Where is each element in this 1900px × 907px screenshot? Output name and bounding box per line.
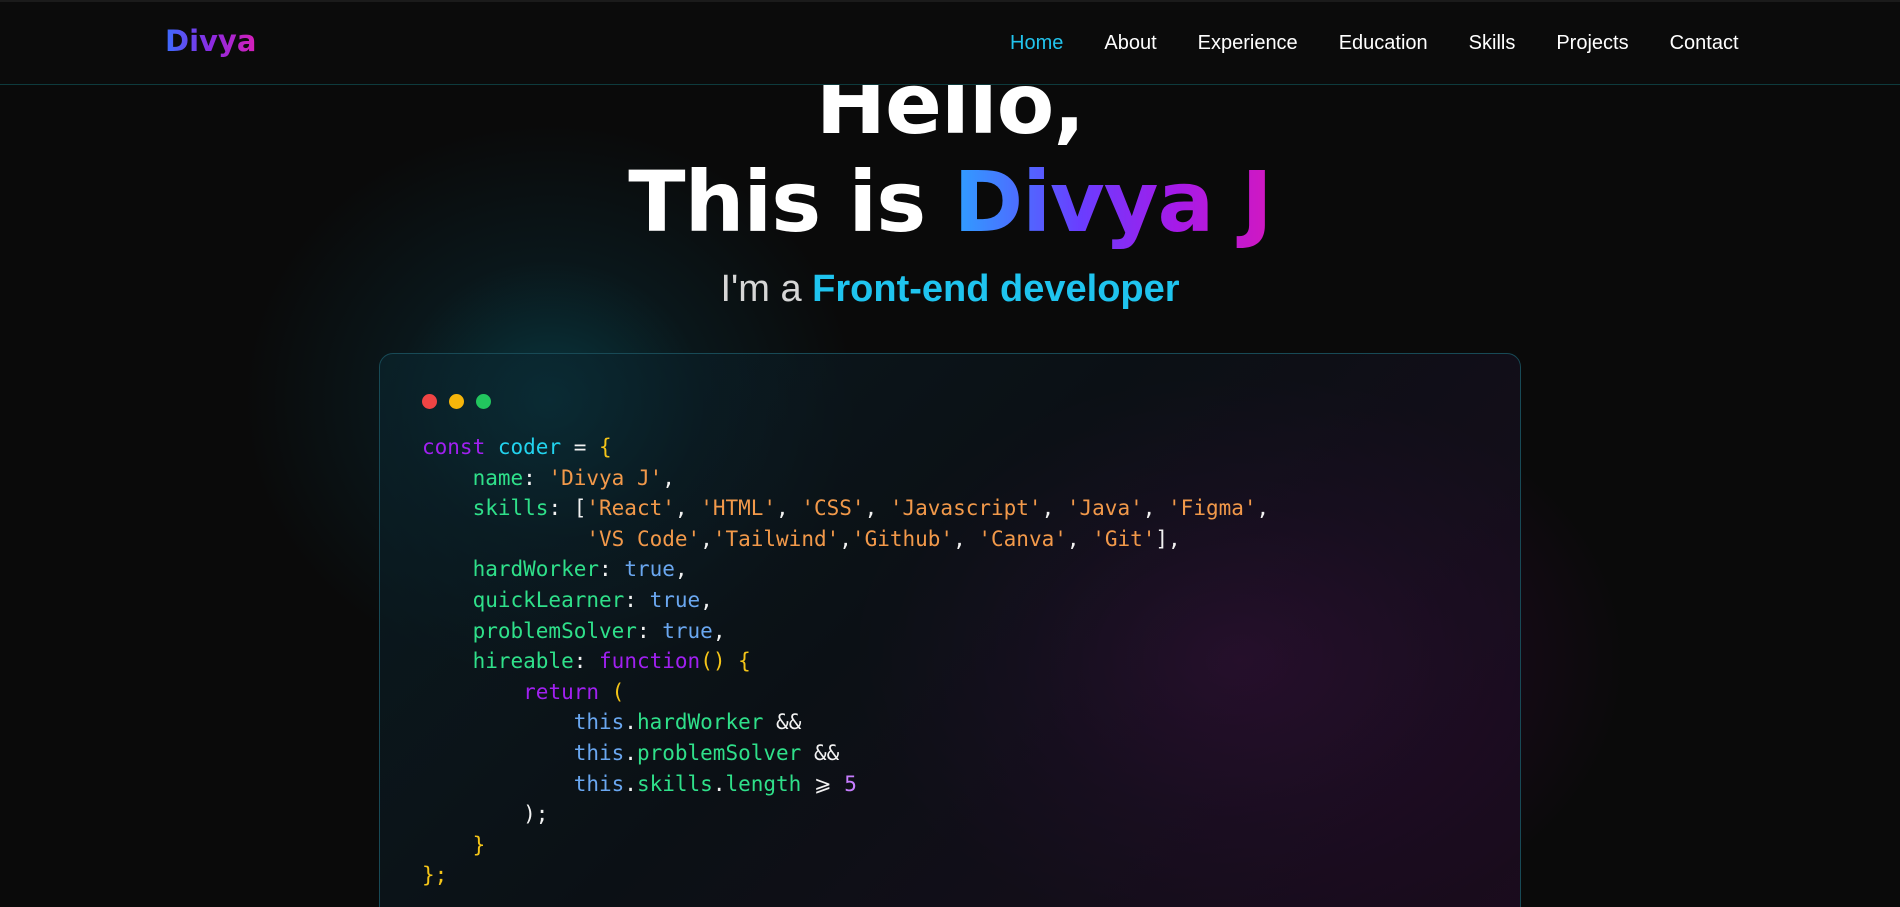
nav-item-projects[interactable]: Projects — [1556, 32, 1628, 55]
nav-item-experience[interactable]: Experience — [1198, 32, 1298, 55]
nav-item-home[interactable]: Home — [1010, 32, 1063, 55]
code-this: this — [573, 710, 625, 735]
nav-item-contact[interactable]: Contact — [1670, 32, 1739, 55]
code-keyword: function — [599, 649, 701, 674]
code-operator: ⩾ — [813, 771, 832, 796]
code-brace: }; — [422, 863, 448, 888]
code-number: 5 — [844, 771, 857, 796]
hero-subtitle-prefix: I'm a — [720, 268, 813, 310]
nav-item-about[interactable]: About — [1104, 32, 1156, 55]
code-this: this — [573, 771, 625, 796]
code-string: 'Divya J' — [548, 465, 663, 490]
nav-item-skills[interactable]: Skills — [1469, 32, 1516, 55]
code-snippet: const coder = { name: 'Divya J', skills:… — [422, 435, 1270, 888]
site-logo[interactable]: Divya — [165, 24, 256, 58]
code-brace: { — [599, 435, 612, 459]
code-string: 'Github' — [851, 526, 954, 551]
code-key: name — [472, 465, 524, 490]
code-key: skills — [636, 771, 713, 796]
code-boolean: true — [662, 618, 713, 643]
code-paren: ); — [523, 802, 549, 827]
code-string: 'React' — [586, 496, 675, 521]
code-string: 'CSS' — [801, 496, 865, 521]
code-boolean: true — [624, 557, 675, 582]
hero-name: Divya J — [953, 153, 1272, 251]
window-controls — [422, 394, 503, 409]
code-operator: && — [813, 740, 840, 765]
code-string: 'Javascript' — [889, 496, 1042, 521]
code-key: problemSolver — [636, 740, 802, 765]
hero-subtitle: I'm a Front-end developer — [0, 268, 1900, 311]
code-string: 'Canva' — [978, 526, 1067, 551]
code-key: quickLearner — [472, 587, 625, 612]
code-key: problemSolver — [472, 618, 637, 643]
hero-intro: This is Divya J — [0, 160, 1900, 244]
code-string: 'HTML' — [700, 496, 777, 521]
code-key: skills — [472, 496, 549, 521]
code-variable: coder — [497, 435, 562, 459]
hero-role: Front-end developer — [812, 268, 1180, 310]
code-key: hardWorker — [472, 557, 600, 582]
code-string: 'Tailwind' — [712, 526, 840, 551]
code-operator: && — [776, 710, 802, 735]
close-dot-icon — [422, 394, 437, 409]
maximize-dot-icon — [476, 394, 491, 409]
code-key: hardWorker — [636, 710, 764, 735]
minimize-dot-icon — [449, 394, 464, 409]
code-key: length — [725, 771, 802, 796]
code-operator: = — [561, 435, 600, 459]
code-string: 'Figma' — [1168, 496, 1257, 521]
nav-links: Home About Experience Education Skills P… — [1010, 32, 1780, 55]
code-boolean: true — [649, 587, 701, 612]
hero-intro-prefix: This is — [628, 153, 954, 251]
code-window: const coder = { name: 'Divya J', skills:… — [379, 353, 1521, 907]
code-brace: } — [472, 832, 486, 857]
code-keyword: return — [523, 679, 600, 704]
code-string: 'Git' — [1092, 526, 1156, 551]
top-navbar: Divya Home About Experience Education Sk… — [0, 0, 1900, 85]
code-this: this — [573, 740, 625, 765]
code-keyword: const — [422, 435, 486, 459]
code-string: 'VS Code' — [586, 526, 701, 551]
code-key: hireable — [472, 649, 574, 674]
nav-item-education[interactable]: Education — [1339, 32, 1428, 55]
code-string: 'Java' — [1066, 496, 1143, 521]
